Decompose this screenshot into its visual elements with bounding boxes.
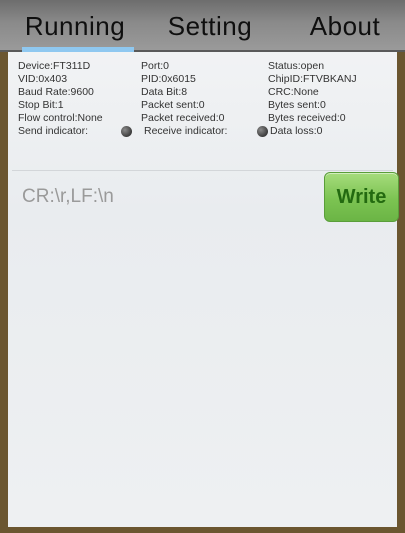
bytes-sent-info: Bytes sent:0 <box>268 99 326 111</box>
send-indicator-icon <box>121 126 132 137</box>
status-panel: Device:FT311D Port:0 Status:open VID:0x4… <box>18 60 393 138</box>
status-info: Status:open <box>268 60 325 72</box>
write-button[interactable]: Write <box>324 172 399 222</box>
baud-rate-info: Baud Rate:9600 <box>18 86 94 98</box>
packet-received-info: Packet received:0 <box>141 112 225 124</box>
tab-bar: Running Setting About <box>0 0 405 52</box>
chip-id-info: ChipID:FTVBKANJ <box>268 73 357 85</box>
status-row: Flow control:None Packet received:0 Byte… <box>18 112 393 125</box>
tab-running[interactable]: Running <box>10 0 140 52</box>
flow-control-info: Flow control:None <box>18 112 103 124</box>
tab-setting[interactable]: Setting <box>150 0 270 52</box>
crc-info: CRC:None <box>268 86 319 98</box>
stop-bit-info: Stop Bit:1 <box>18 99 64 111</box>
bytes-received-info: Bytes received:0 <box>268 112 346 124</box>
receive-indicator-label: Receive indicator: <box>144 125 228 137</box>
data-loss-info: Data loss:0 <box>270 125 323 137</box>
vid-info: VID:0x403 <box>18 73 68 85</box>
packet-sent-info: Packet sent:0 <box>141 99 205 111</box>
receive-indicator-icon <box>257 126 268 137</box>
device-info: Device:FT311D <box>18 60 91 72</box>
divider <box>12 170 393 171</box>
indicator-row: Send indicator: Receive indicator: Data … <box>18 125 393 138</box>
input-area <box>14 172 314 222</box>
status-row: Stop Bit:1 Packet sent:0 Bytes sent:0 <box>18 99 393 112</box>
status-row: Baud Rate:9600 Data Bit:8 CRC:None <box>18 86 393 99</box>
send-indicator-label: Send indicator: <box>18 125 89 137</box>
status-row: VID:0x403 PID:0x6015 ChipID:FTVBKANJ <box>18 73 393 86</box>
status-row: Device:FT311D Port:0 Status:open <box>18 60 393 73</box>
data-bit-info: Data Bit:8 <box>141 86 188 98</box>
pid-info: PID:0x6015 <box>141 73 196 85</box>
port-info: Port:0 <box>141 60 170 72</box>
write-data-input[interactable] <box>14 182 314 212</box>
tab-about[interactable]: About <box>290 0 400 52</box>
